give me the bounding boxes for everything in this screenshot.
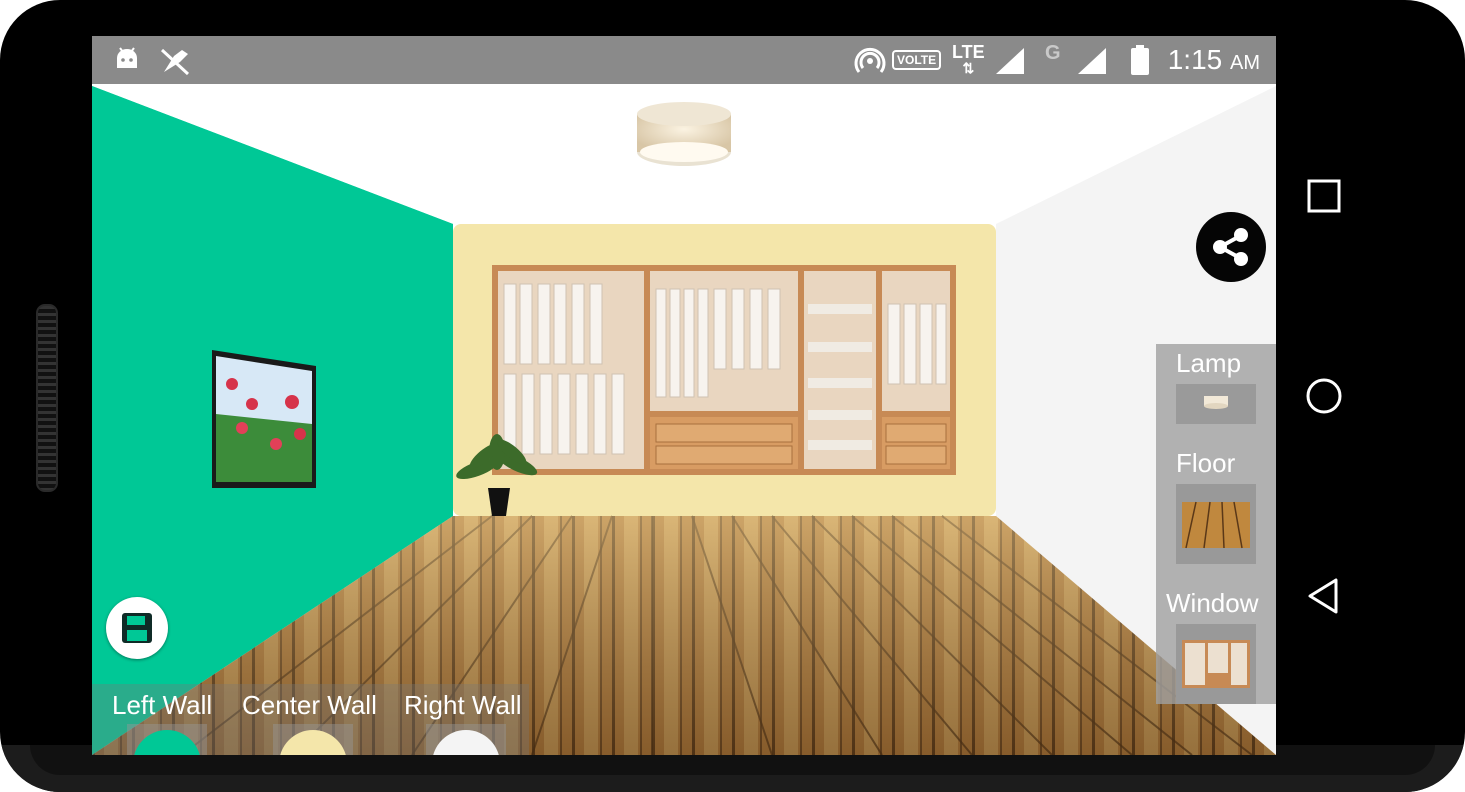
home-icon[interactable] <box>1304 376 1344 416</box>
share-button[interactable] <box>1196 212 1266 282</box>
no-location-icon <box>160 48 190 76</box>
speaker-grille <box>36 304 58 492</box>
room-scene: Lamp Floor Window Left Wall Center Wall … <box>92 84 1276 755</box>
android-debug-icon <box>117 47 137 68</box>
save-button[interactable] <box>106 597 168 659</box>
floor-label: Floor <box>1176 448 1236 478</box>
left-wall-label: Left Wall <box>112 690 213 720</box>
wall-tv <box>212 350 316 488</box>
wall-color-panel: Left Wall Center Wall Right Wall <box>92 684 529 755</box>
hotspot-icon <box>854 47 886 73</box>
right-wall-label: Right Wall <box>404 690 522 720</box>
battery-icon <box>1131 45 1149 75</box>
window-thumbnail[interactable] <box>1176 624 1256 704</box>
room-render <box>92 84 1276 755</box>
lamp-label: Lamp <box>1176 348 1242 378</box>
android-nav-bar <box>1276 36 1372 745</box>
phone-frame: VOLTE LTE ⇅ G 1:15 AM Lamp Floor Window … <box>0 0 1465 792</box>
back-icon[interactable] <box>1304 576 1344 616</box>
ceiling-lamp <box>637 102 731 166</box>
status-bar: VOLTE LTE ⇅ G 1:15 AM <box>92 36 1276 84</box>
lte-indicator: LTE ⇅ <box>952 42 985 76</box>
signal-icon <box>996 48 1024 74</box>
volte-indicator: VOLTE <box>892 50 942 70</box>
wardrobe <box>492 265 956 475</box>
window-label: Window <box>1166 588 1259 618</box>
signal-icon-2 <box>1078 48 1106 74</box>
center-wall-label: Center Wall <box>242 690 377 720</box>
network-g-indicator: G <box>1045 42 1061 64</box>
clock: 1:15 AM <box>1167 44 1260 75</box>
floor-thumbnail[interactable] <box>1176 484 1256 564</box>
app-screen: VOLTE LTE ⇅ G 1:15 AM Lamp Floor Window … <box>92 36 1276 755</box>
save-icon <box>122 613 152 643</box>
share-icon <box>1213 228 1248 266</box>
object-panel: Lamp Floor Window <box>1156 344 1276 704</box>
recents-icon[interactable] <box>1304 176 1344 216</box>
lamp-thumbnail[interactable] <box>1176 384 1256 424</box>
